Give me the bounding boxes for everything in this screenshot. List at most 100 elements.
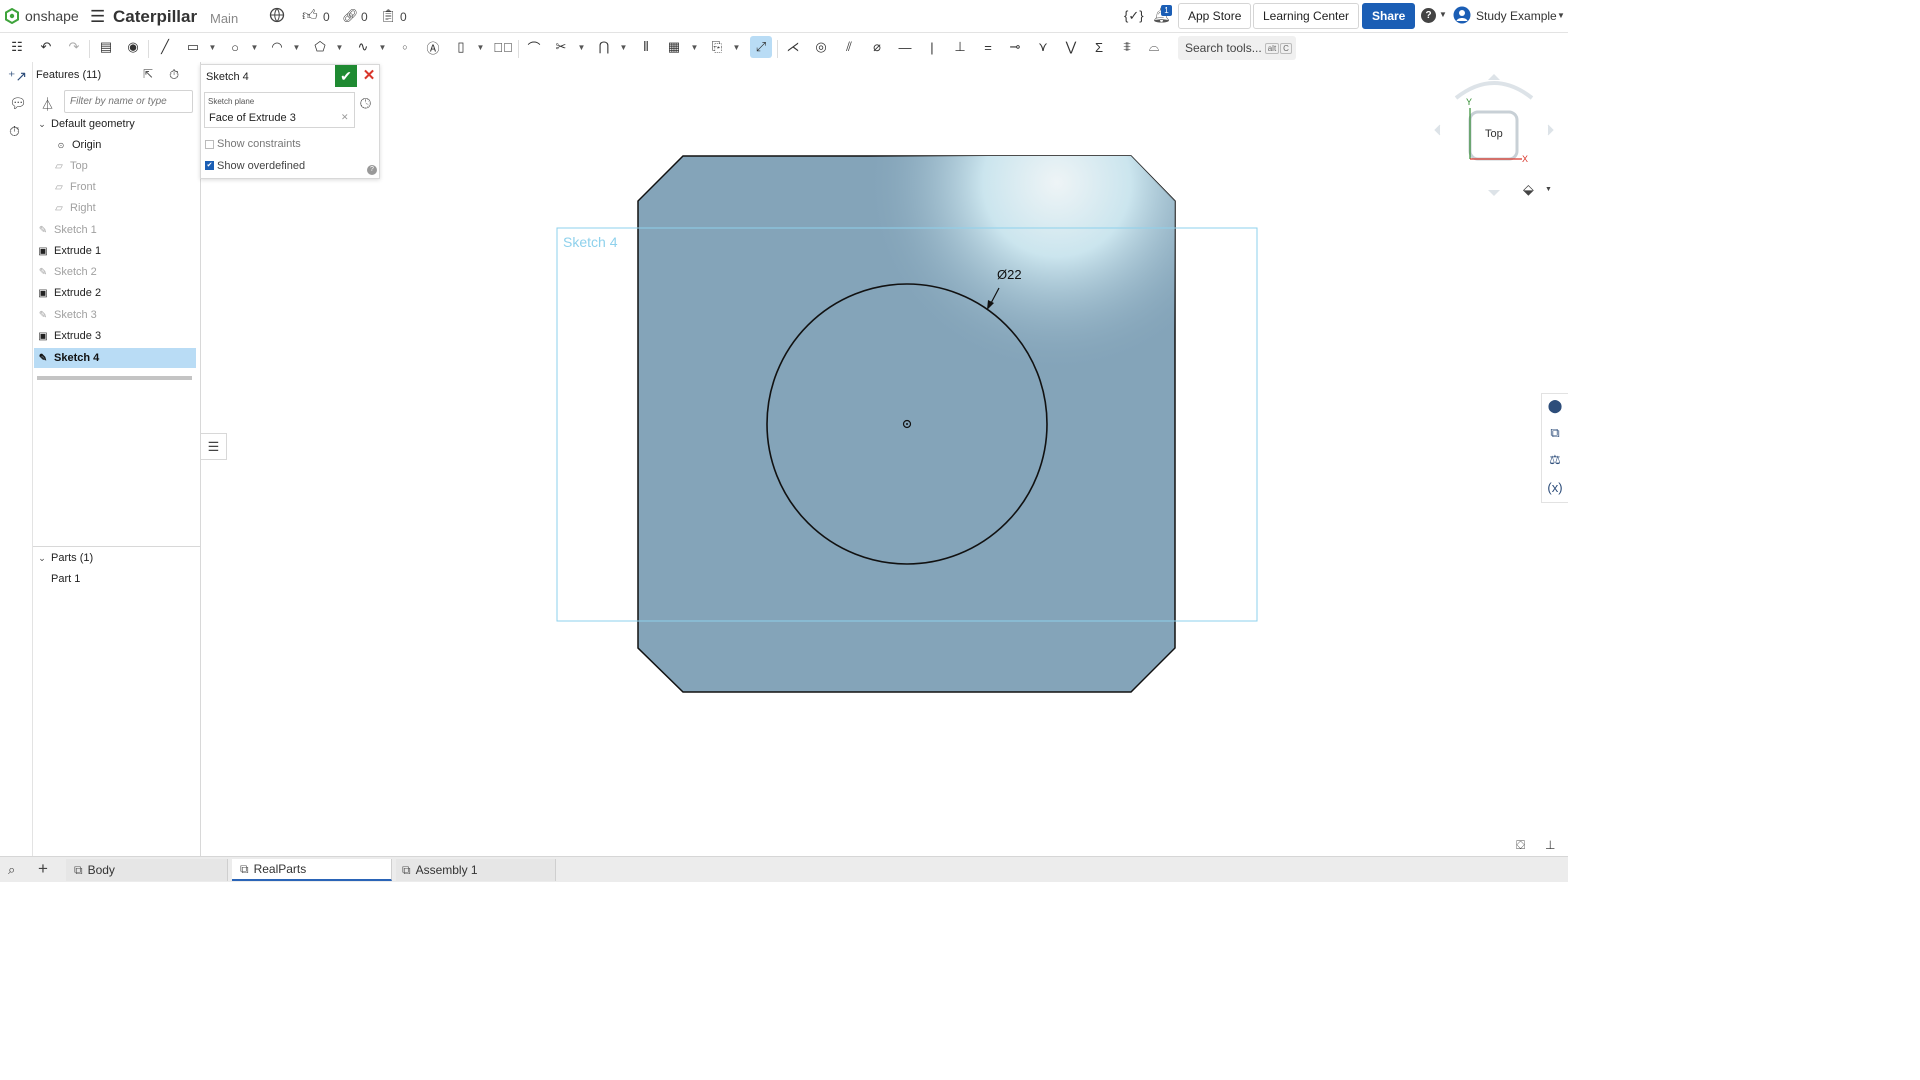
feature-filter-input[interactable] <box>64 90 193 113</box>
app-store-button[interactable]: App Store <box>1178 3 1252 29</box>
undo-icon[interactable]: ↶ <box>35 36 57 58</box>
redo-icon[interactable]: ↷ <box>63 36 85 58</box>
use-icon[interactable]: ◉ <box>122 36 144 58</box>
perpendicular-constraint-icon[interactable]: ⊥ <box>949 36 971 58</box>
point-tool-icon[interactable]: ○ <box>394 36 416 58</box>
diameter-dimension[interactable]: Ø22 <box>997 267 1022 282</box>
tab-realparts[interactable]: ⧉ RealParts <box>232 859 392 881</box>
help-icon[interactable]: ? <box>1421 8 1436 23</box>
feature-sketch-4[interactable]: ✎ Sketch 4 <box>34 348 196 368</box>
fillet-tool-icon[interactable]: ⌒ <box>523 36 545 58</box>
feature-top-plane[interactable]: ▱ Top <box>33 156 201 176</box>
trim-tool-icon[interactable]: ✂ <box>550 36 572 58</box>
transform-tool-icon[interactable]: ⋮⃒ <box>492 36 514 58</box>
tab-assembly-1[interactable]: ⧉ Assembly 1 <box>396 859 556 881</box>
pattern-dropdown-icon[interactable]: ▼ <box>690 43 699 52</box>
view-cube-face-label[interactable]: Top <box>1485 128 1503 140</box>
logo-text[interactable]: onshape <box>25 8 79 24</box>
fix-constraint-icon[interactable]: ⩨ <box>1116 36 1138 58</box>
feature-sketch-2[interactable]: ✎ Sketch 2 <box>33 262 201 282</box>
user-avatar-icon[interactable] <box>1453 6 1471 24</box>
tangent-constraint-icon[interactable]: ⌀ <box>866 36 888 58</box>
code-braces-icon[interactable]: {✓} <box>1124 8 1144 24</box>
add-tab-icon[interactable]: + <box>38 859 48 879</box>
rectangle-dropdown-icon[interactable]: ▼ <box>208 43 217 52</box>
spline-dropdown-icon[interactable]: ▼ <box>378 43 387 52</box>
view-options-dropdown-icon[interactable]: ▼ <box>1545 186 1552 193</box>
chevron-down-icon[interactable]: ⌄ <box>33 553 51 564</box>
circle-tool-icon[interactable]: ○ <box>224 36 246 58</box>
add-feature-icon[interactable]: ⁺↗ <box>8 68 27 85</box>
polygon-dropdown-icon[interactable]: ▼ <box>335 43 344 52</box>
arc-dropdown-icon[interactable]: ▼ <box>292 43 301 52</box>
section-view-icon[interactable]: ⛋ <box>1516 838 1525 853</box>
feature-front-plane[interactable]: ▱ Front <box>33 177 201 197</box>
graphics-viewport[interactable] <box>201 62 1541 856</box>
offset-tool-icon[interactable]: ⋂ <box>593 36 615 58</box>
new-sketch-icon[interactable]: ▤ <box>95 36 117 58</box>
circle-dropdown-icon[interactable]: ▼ <box>250 43 259 52</box>
link-icon[interactable]: 🔗︎ <box>342 8 359 24</box>
construction-tool-icon[interactable]: ▯ <box>450 36 472 58</box>
equal-constraint-icon[interactable]: = <box>977 36 999 58</box>
rollback-bar[interactable] <box>37 376 192 380</box>
feature-sketch-3[interactable]: ✎ Sketch 3 <box>33 305 201 325</box>
dimension-tool-icon[interactable]: ⤢ <box>750 36 772 58</box>
spline-tool-icon[interactable]: ∿ <box>352 36 374 58</box>
symmetric-constraint-icon[interactable]: Σ <box>1088 36 1110 58</box>
search-tools-box[interactable]: Search tools... alt C <box>1178 36 1296 60</box>
learning-center-button[interactable]: Learning Center <box>1253 3 1360 29</box>
menu-icon[interactable]: ☰ <box>90 7 105 27</box>
like-icon[interactable]: 👍︎ <box>302 7 318 25</box>
vertical-constraint-icon[interactable]: | <box>921 36 943 58</box>
feature-default-geometry[interactable]: ⌄ Default geometry <box>33 114 201 134</box>
tab-body[interactable]: ⧉ Body <box>66 859 228 881</box>
offset-dropdown-icon[interactable]: ▼ <box>619 43 628 52</box>
filter-icon[interactable]: ⏃ <box>41 94 54 113</box>
panel-divider[interactable] <box>33 546 201 547</box>
parts-list-icon[interactable]: ⧉ <box>1544 422 1566 444</box>
view-options-icon[interactable]: ⬙ <box>1523 181 1534 198</box>
branch-label[interactable]: Main <box>210 11 238 26</box>
feature-sketch-1[interactable]: ✎ Sketch 1 <box>33 220 201 240</box>
polygon-tool-icon[interactable]: ⬠ <box>309 36 331 58</box>
text-tool-icon[interactable]: Ⓐ <box>422 36 444 58</box>
curvature-constraint-icon[interactable]: ⌓ <box>1143 36 1165 58</box>
user-name[interactable]: Study Example <box>1476 9 1557 23</box>
normal-constraint-icon[interactable]: ⋎ <box>1032 36 1054 58</box>
parallel-constraint-icon[interactable]: ⫽ <box>838 36 860 58</box>
feature-extrude-2[interactable]: ▣ Extrude 2 <box>33 283 201 303</box>
comments-icon[interactable]: 💬︎ <box>9 95 27 112</box>
user-dropdown-icon[interactable]: ▼ <box>1557 11 1565 20</box>
feature-extrude-1[interactable]: ▣ Extrude 1 <box>33 241 201 261</box>
trim-dropdown-icon[interactable]: ▼ <box>577 43 586 52</box>
rollback-icon[interactable]: ⇱ <box>143 67 153 81</box>
help-dropdown-icon[interactable]: ▼ <box>1439 10 1447 19</box>
feature-origin[interactable]: ⊙ Origin <box>33 135 201 155</box>
tab-manager-icon[interactable]: ⌕ <box>8 862 15 878</box>
onshape-logo-icon[interactable] <box>4 7 20 25</box>
document-title[interactable]: Caterpillar <box>113 7 197 27</box>
horizontal-constraint-icon[interactable]: — <box>894 36 916 58</box>
mirror-tool-icon[interactable]: ⫴ <box>635 36 657 58</box>
feature-timer-icon[interactable]: ⏱︎ <box>169 67 179 83</box>
line-tool-icon[interactable]: ╱ <box>154 36 176 58</box>
chevron-down-icon[interactable]: ⌄ <box>33 119 51 130</box>
appearance-icon[interactable]: ⬤ <box>1544 395 1566 417</box>
dxf-dropdown-icon[interactable]: ▼ <box>732 43 741 52</box>
coincident-constraint-icon[interactable]: ⋌ <box>782 36 804 58</box>
pattern-tool-icon[interactable]: ▦ <box>663 36 685 58</box>
history-icon[interactable]: ⏱︎ <box>9 123 20 140</box>
concentric-constraint-icon[interactable]: ◎ <box>810 36 832 58</box>
midpoint-constraint-icon[interactable]: ⊸ <box>1004 36 1026 58</box>
feature-right-plane[interactable]: ▱ Right <box>33 198 201 218</box>
part-item[interactable]: Part 1 <box>33 569 201 589</box>
copy-icon[interactable]: 📋︎ <box>380 8 397 24</box>
rectangle-tool-icon[interactable]: ▭ <box>182 36 204 58</box>
mass-properties-icon[interactable]: ⚖ <box>1544 449 1566 471</box>
construction-dropdown-icon[interactable]: ▼ <box>476 43 485 52</box>
share-button[interactable]: Share <box>1362 3 1416 29</box>
feature-list-icon[interactable]: ☷ <box>6 36 28 58</box>
pierce-constraint-icon[interactable]: ⋁ <box>1060 36 1082 58</box>
globe-icon[interactable] <box>269 7 285 23</box>
